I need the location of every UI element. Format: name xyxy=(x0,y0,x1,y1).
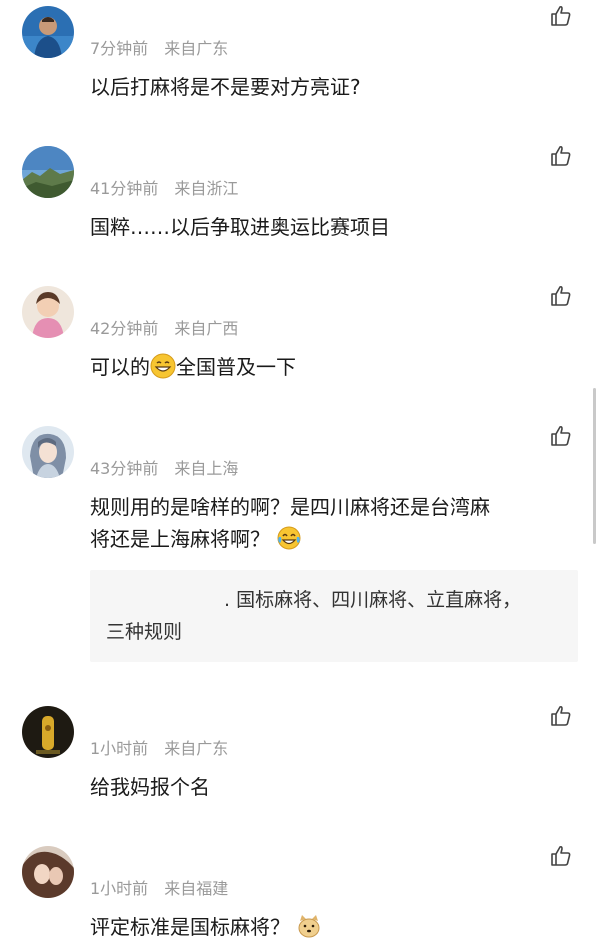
comment-text-part: 评定标准是国标麻将？ xyxy=(90,915,290,939)
avatar[interactable] xyxy=(22,6,74,58)
comment-meta: 42分钟前 来自广西 xyxy=(90,315,238,339)
comment-time: 7分钟前 xyxy=(90,39,149,58)
doge-emoji xyxy=(296,913,322,939)
comment-location: 来自上海 xyxy=(174,459,239,478)
comment-text-part: 全国普及一下 xyxy=(176,355,296,379)
comment-time: 41分钟前 xyxy=(90,179,159,198)
comment-text-line: 规则用的是啥样的啊？是四川麻将还是台湾麻 xyxy=(90,495,490,519)
avatar[interactable] xyxy=(22,846,74,898)
comment-location: 来自广东 xyxy=(164,739,229,758)
comment-time: 1小时前 xyxy=(90,879,149,898)
avatar[interactable] xyxy=(22,286,74,338)
comment-time: 1小时前 xyxy=(90,739,149,758)
comment-time: 42分钟前 xyxy=(90,319,159,338)
comment-meta: 1小时前 来自福建 xyxy=(90,875,228,899)
comment-meta: 41分钟前 来自浙江 xyxy=(90,175,238,199)
avatar[interactable] xyxy=(22,706,74,758)
comment-text-part: 将还是上海麻将啊？ xyxy=(90,527,270,551)
avatar[interactable] xyxy=(22,426,74,478)
comment-text: 规则用的是啥样的啊？是四川麻将还是台湾麻 将还是上海麻将啊？ xyxy=(90,491,570,555)
reply-text-line: . 国标麻将、四川麻将、立直麻将， xyxy=(106,584,562,616)
comment-text: 可以的 全国普及一下 xyxy=(90,351,570,383)
avatar[interactable] xyxy=(22,146,74,198)
reply-box[interactable]: . 国标麻将、四川麻将、立直麻将， 三种规则 xyxy=(90,570,578,662)
reply-text-line: 三种规则 xyxy=(106,621,183,643)
scrollbar[interactable] xyxy=(593,388,596,544)
comment-text-part: 可以的 xyxy=(90,355,150,379)
thumbs-up-icon[interactable] xyxy=(550,425,572,447)
comment-text-line: 将还是上海麻将啊？ xyxy=(90,523,570,555)
thumbs-up-icon[interactable] xyxy=(550,5,572,27)
comment-text: 以后打麻将是不是要对方亮证? xyxy=(90,75,361,99)
reply-text-part: . 国标麻将、四川麻将、立直麻将， xyxy=(224,589,522,611)
comment-text: 评定标准是国标麻将？ xyxy=(90,911,570,943)
tears-of-joy-emoji xyxy=(276,525,302,551)
comment-text: 给我妈报个名 xyxy=(90,775,210,799)
thumbs-up-icon[interactable] xyxy=(550,285,572,307)
comment-location: 来自广东 xyxy=(164,39,229,58)
comment-location: 来自浙江 xyxy=(174,179,239,198)
comment-location: 来自广西 xyxy=(174,319,239,338)
thumbs-up-icon[interactable] xyxy=(550,845,572,867)
thumbs-up-icon[interactable] xyxy=(550,705,572,727)
comment-location: 来自福建 xyxy=(164,879,229,898)
grinning-face-emoji xyxy=(150,353,176,379)
comment-meta: 43分钟前 来自上海 xyxy=(90,455,238,479)
thumbs-up-icon[interactable] xyxy=(550,145,572,167)
comment-meta: 1小时前 来自广东 xyxy=(90,735,228,759)
comment-text: 国粹……以后争取进奥运比赛项目 xyxy=(90,215,390,239)
comment-time: 43分钟前 xyxy=(90,459,159,478)
comment-meta: 7分钟前 来自广东 xyxy=(90,35,228,59)
